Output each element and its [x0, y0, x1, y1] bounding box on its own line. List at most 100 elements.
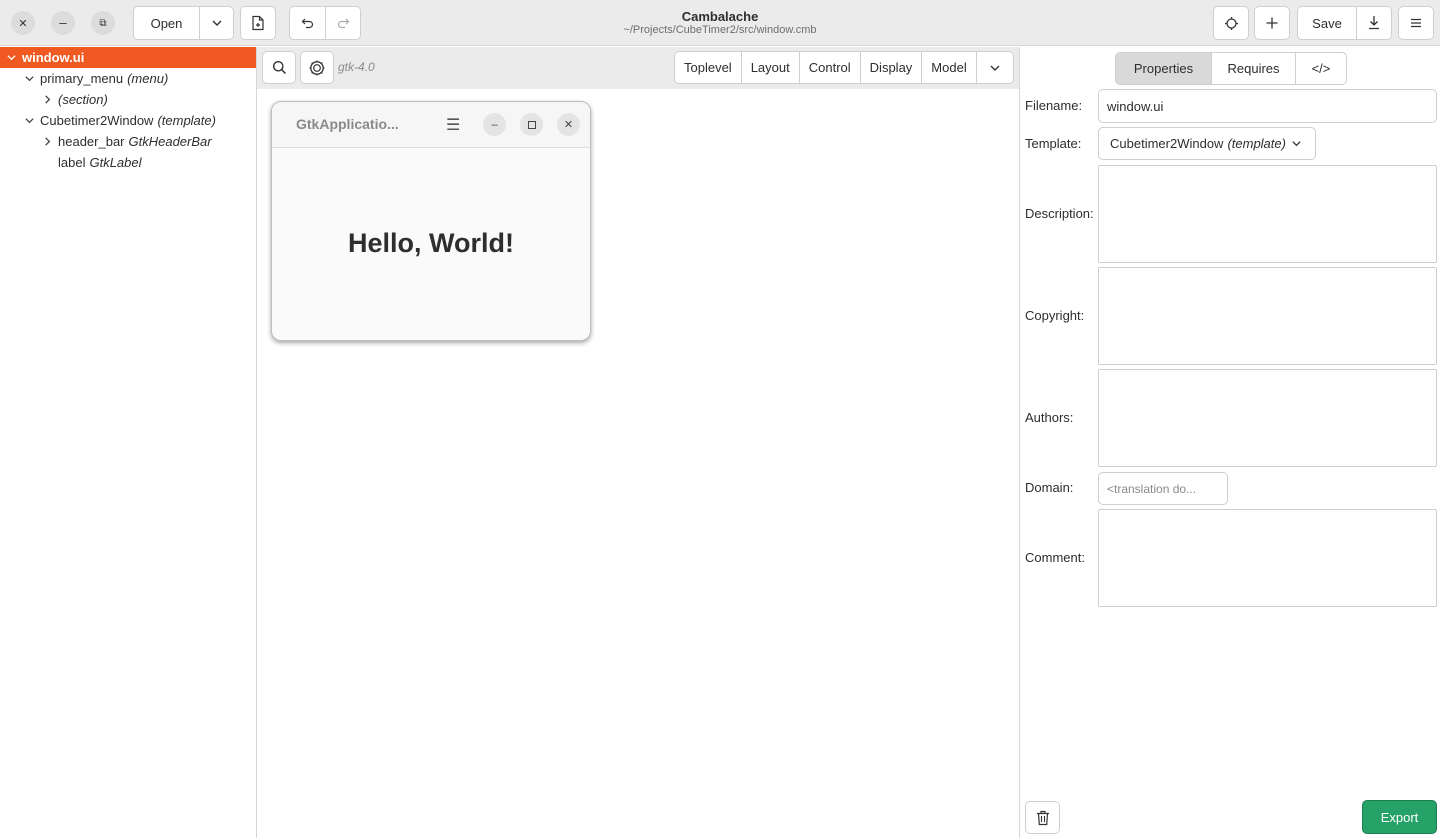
- filename-value: window.ui: [1107, 98, 1164, 114]
- undo-icon: [301, 18, 313, 29]
- comment-textarea[interactable]: [1098, 509, 1437, 607]
- preview-label[interactable]: Hello, World!: [272, 228, 590, 259]
- tab-requires[interactable]: Requires: [1211, 53, 1295, 84]
- chevron-down-icon: [212, 20, 221, 26]
- widget-categories: Toplevel Layout Control Display Model: [674, 51, 1014, 84]
- chevron-down-icon: [1292, 141, 1301, 147]
- tree-row[interactable]: label GtkLabel: [0, 152, 256, 173]
- tree-row-name: primary_menu: [40, 71, 124, 86]
- object-tree: window.ui primary_menu (menu) (section) Cube…: [0, 47, 257, 838]
- expander-closed-icon[interactable]: [40, 136, 54, 147]
- tree-row-type: GtkHeaderBar: [128, 134, 212, 149]
- tree-row-type: GtkLabel: [89, 155, 142, 170]
- template-dropdown[interactable]: Cubetimer2Window (template): [1098, 127, 1316, 160]
- domain-label: Domain:: [1025, 480, 1074, 495]
- export-label: Export: [1380, 809, 1419, 825]
- minimize-window-button[interactable]: –: [51, 11, 75, 35]
- open-dropdown-button[interactable]: [199, 7, 233, 39]
- inspect-button[interactable]: [1213, 6, 1249, 40]
- chevron-down-icon: [990, 65, 1000, 71]
- category-control[interactable]: Control: [798, 52, 860, 83]
- tab-properties[interactable]: Properties: [1116, 53, 1211, 84]
- save-button[interactable]: Save: [1298, 7, 1356, 39]
- category-toplevel[interactable]: Toplevel: [675, 52, 741, 83]
- expander-open-icon[interactable]: [22, 73, 36, 84]
- domain-placeholder: <translation do...: [1107, 481, 1197, 496]
- add-object-button[interactable]: [1254, 6, 1290, 40]
- new-file-button[interactable]: [240, 6, 276, 40]
- undo-redo-group: [289, 6, 361, 40]
- expander-closed-icon[interactable]: [40, 94, 54, 105]
- search-button[interactable]: [262, 51, 296, 84]
- redo-icon: [337, 18, 350, 29]
- minimize-icon: –: [491, 118, 498, 131]
- tree-row[interactable]: primary_menu (menu): [0, 68, 256, 89]
- tree-row[interactable]: window.ui: [0, 47, 256, 68]
- open-button[interactable]: Open: [134, 7, 199, 39]
- properties-panel: Properties Requires </> Filename: window…: [1019, 47, 1440, 838]
- tree-row-type: (section): [58, 92, 108, 107]
- preview-close-button: ✕: [557, 113, 580, 136]
- tree-row-type: (template): [157, 113, 216, 128]
- search-icon: [272, 61, 286, 75]
- tree-row[interactable]: Cubetimer2Window (template): [0, 110, 256, 131]
- tab-source[interactable]: </>: [1295, 53, 1346, 84]
- undo-button[interactable]: [290, 7, 325, 39]
- maximize-icon: [527, 120, 536, 129]
- open-button-group: Open: [133, 6, 234, 40]
- open-label: Open: [150, 15, 183, 31]
- copyright-label: Copyright:: [1025, 308, 1085, 323]
- gtk-version: gtk-4.0: [338, 60, 375, 74]
- tree-row-type: (menu): [127, 71, 169, 86]
- delete-button[interactable]: [1025, 801, 1060, 834]
- restore-window-button[interactable]: ⧉: [91, 11, 115, 35]
- redo-button[interactable]: [325, 7, 360, 39]
- tree-row[interactable]: header_bar GtkHeaderBar: [0, 131, 256, 152]
- save-label: Save: [1312, 15, 1342, 31]
- main-menu-button[interactable]: [1398, 6, 1434, 40]
- category-model[interactable]: Model: [921, 52, 975, 83]
- description-textarea[interactable]: [1098, 165, 1437, 263]
- preview-title: GtkApplicatio...: [296, 116, 399, 132]
- close-window-button[interactable]: ✕: [11, 11, 35, 35]
- tree-row-name: Cubetimer2Window: [40, 113, 154, 128]
- hamburger-icon: [1411, 18, 1421, 28]
- authors-textarea[interactable]: [1098, 369, 1437, 467]
- preview-headerbar: GtkApplicatio... ☰ – ✕: [272, 102, 590, 148]
- tree-row-name: window.ui: [22, 50, 85, 65]
- workspace-toolbar: gtk-4.0 Toplevel Layout Control Display …: [257, 47, 1019, 89]
- authors-label: Authors:: [1025, 410, 1074, 425]
- window-title-block: Cambalache ~/Projects/CubeTimer2/src/win…: [520, 9, 920, 37]
- preview-minimize-button: –: [483, 113, 506, 136]
- window-subtitle: ~/Projects/CubeTimer2/src/window.cmb: [623, 24, 817, 36]
- expander-open-icon[interactable]: [22, 115, 36, 126]
- preview-window[interactable]: GtkApplicatio... ☰ – ✕ Hello, World!: [271, 101, 591, 341]
- domain-field[interactable]: <translation do...: [1098, 472, 1228, 505]
- expander-open-icon[interactable]: [4, 52, 18, 63]
- preview-menu-icon: ☰: [446, 117, 461, 134]
- save-as-button[interactable]: [1356, 7, 1391, 39]
- close-icon: ✕: [18, 17, 28, 30]
- tree-row-name: label: [58, 155, 86, 170]
- filename-field[interactable]: window.ui: [1098, 89, 1437, 123]
- plus-icon: [1266, 17, 1278, 29]
- category-layout[interactable]: Layout: [740, 52, 799, 83]
- restore-icon: ⧉: [99, 17, 107, 29]
- workspace: gtk-4.0 Toplevel Layout Control Display …: [257, 47, 1019, 838]
- headerbar: ✕ – ⧉ Open Cambalache ~/Projects/CubeTim…: [0, 0, 1440, 46]
- tree-row[interactable]: (section): [0, 89, 256, 110]
- new-file-icon: [252, 15, 264, 31]
- template-label: Template:: [1025, 136, 1082, 151]
- copyright-textarea[interactable]: [1098, 267, 1437, 365]
- save-button-group: Save: [1297, 6, 1392, 40]
- target-icon: [1224, 16, 1238, 30]
- more-categories-button[interactable]: [975, 52, 1013, 83]
- comment-label: Comment:: [1025, 550, 1085, 565]
- filename-label: Filename:: [1025, 98, 1083, 113]
- gtk-type-button[interactable]: [300, 51, 334, 84]
- template-suffix: (template): [1227, 136, 1286, 151]
- category-display[interactable]: Display: [859, 52, 922, 83]
- export-button[interactable]: Export: [1362, 800, 1437, 834]
- description-label: Description:: [1025, 206, 1094, 221]
- preview-maximize-button: [520, 113, 543, 136]
